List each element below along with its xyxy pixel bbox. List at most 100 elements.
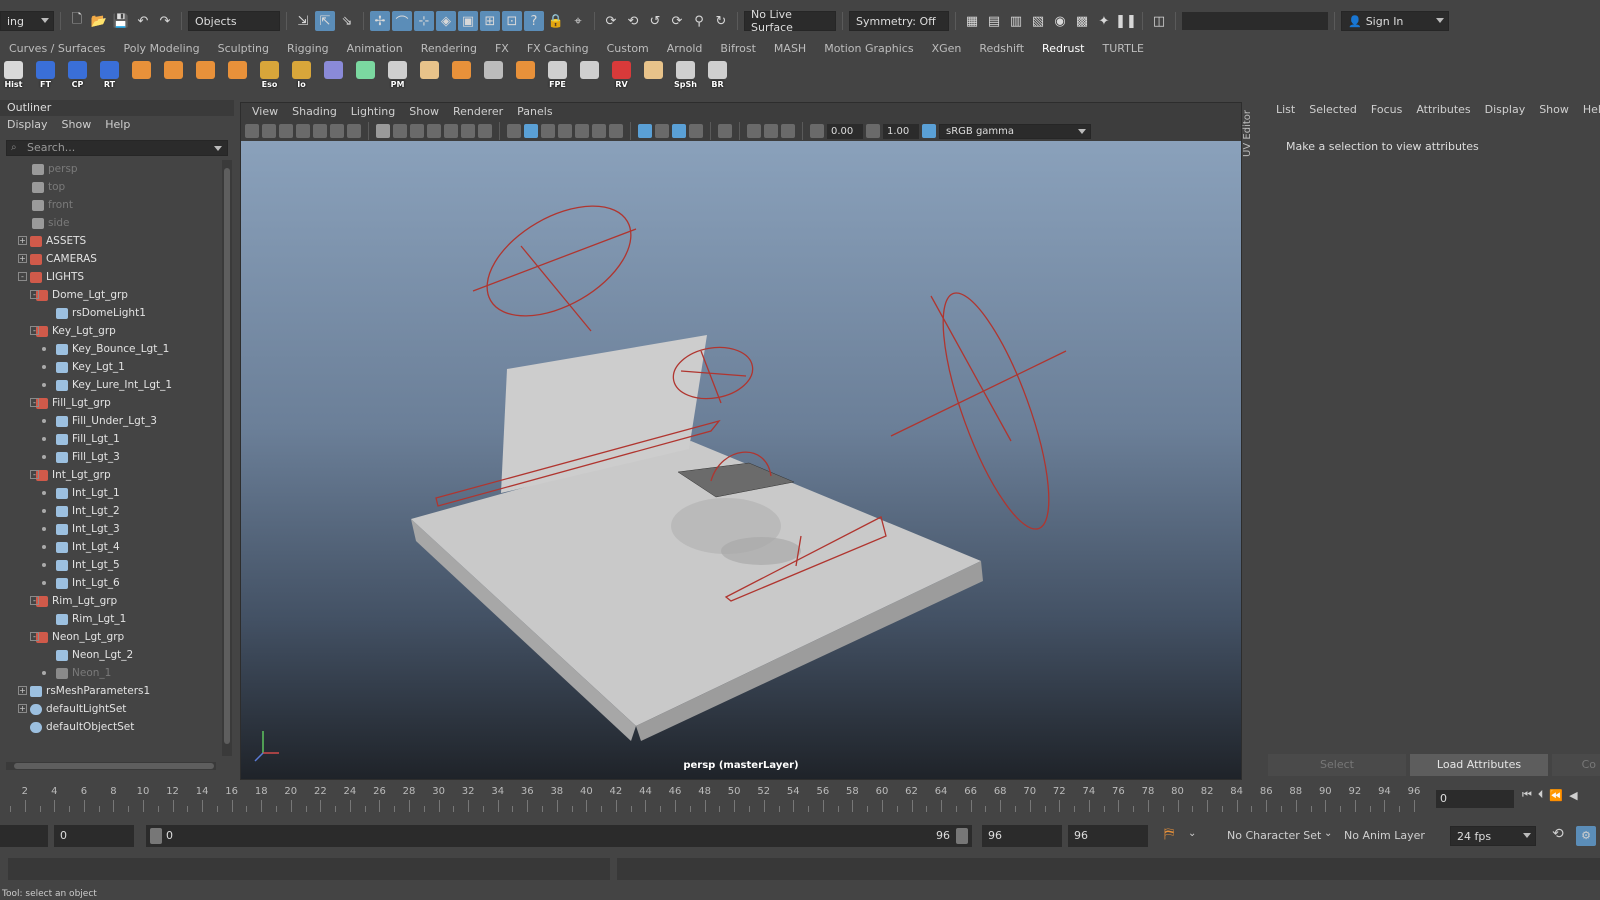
viewport-menu-renderer[interactable]: Renderer [446, 103, 510, 121]
outliner-item[interactable]: Rim_Lgt_1 [0, 610, 222, 628]
save-scene-icon[interactable]: 💾 [111, 11, 131, 31]
search-field[interactable] [1182, 12, 1328, 30]
attribute-menu-selected[interactable]: Selected [1302, 100, 1364, 120]
outliner-item[interactable]: Fill_Lgt_1 [0, 430, 222, 448]
snap-live-icon[interactable]: ⊞ [480, 11, 500, 31]
default-material-icon[interactable] [541, 124, 555, 138]
outliner-item[interactable]: Int_Lgt_6 [0, 574, 222, 592]
folder-icon[interactable]: Eso [256, 60, 283, 89]
snap-vertex-icon[interactable]: ⊡ [502, 11, 522, 31]
expand-icon[interactable]: + [18, 686, 27, 695]
gamma-field[interactable]: 1.00 [883, 123, 919, 139]
diamond-icon[interactable] [224, 60, 251, 89]
outliner-item[interactable]: + CAMERAS [0, 250, 222, 268]
image-plane-icon[interactable] [313, 124, 327, 138]
outliner-item[interactable]: persp [0, 160, 222, 178]
collapse-icon[interactable]: - [30, 470, 39, 479]
two-d-pan-icon[interactable] [330, 124, 344, 138]
outliner-item[interactable]: - Int_Lgt_grp [0, 466, 222, 484]
collapse-icon[interactable]: - [30, 398, 39, 407]
shelf-tab-animation[interactable]: Animation [338, 42, 412, 56]
viewport-menu-panels[interactable]: Panels [510, 103, 559, 121]
grid-icon[interactable] [376, 124, 390, 138]
snap-curve-icon[interactable]: ⌒ [392, 11, 412, 31]
command-input[interactable] [8, 858, 610, 880]
shelf-tab-rigging[interactable]: Rigging [278, 42, 338, 56]
step-back-key-icon[interactable]: ⏪ [1549, 789, 1563, 802]
character-set-dropdown[interactable]: No Character Set [1227, 824, 1321, 848]
select-button[interactable]: Select [1268, 754, 1406, 776]
menu-set-dropdown[interactable]: ing [0, 11, 54, 31]
screen-space-ao-icon[interactable] [638, 124, 652, 138]
undo-icon[interactable]: ↶ [133, 11, 153, 31]
attribute-menu-display[interactable]: Display [1478, 100, 1533, 120]
copy-tab-button[interactable]: Co [1552, 754, 1600, 776]
redo-icon[interactable]: ↷ [155, 11, 175, 31]
attribute-menu-help[interactable]: Help [1576, 100, 1600, 120]
shelf-tab-turtle[interactable]: TURTLE [1093, 42, 1152, 56]
expand-icon[interactable]: + [18, 236, 27, 245]
snap-point-icon[interactable]: ⊹ [414, 11, 434, 31]
clapper-icon[interactable] [576, 60, 603, 89]
light-editor-icon[interactable]: ✦ [1094, 11, 1114, 31]
center-pivot-icon[interactable]: CP [64, 60, 91, 89]
outliner-item[interactable]: Key_Bounce_Lgt_1 [0, 340, 222, 358]
render-view-icon[interactable]: ▦ [962, 11, 982, 31]
depth-of-field-icon[interactable] [689, 124, 703, 138]
attribute-menu-show[interactable]: Show [1532, 100, 1576, 120]
camera-lock-icon[interactable] [262, 124, 276, 138]
exposure-field[interactable]: 0.00 [827, 123, 863, 139]
auto-key-icon[interactable]: ⛿ [1164, 826, 1174, 842]
chevron-down-icon[interactable]: ⌄ [1324, 828, 1332, 839]
select-hierarchy-icon[interactable]: ⇲ [293, 11, 313, 31]
scene-end-field[interactable]: 96 [1068, 825, 1148, 847]
color-space-dropdown[interactable]: sRGB gamma [939, 123, 1091, 139]
stack-icon[interactable] [512, 60, 539, 89]
render-settings-window-icon[interactable]: ▧ [1028, 11, 1048, 31]
outliner-item[interactable]: + defaultLightSet [0, 700, 222, 718]
folder-open-icon[interactable]: Io [288, 60, 315, 89]
shelf-tab-sculpting[interactable]: Sculpting [209, 42, 278, 56]
magnet-icon[interactable]: ⌖ [568, 11, 588, 31]
xray-joints-icon[interactable] [764, 124, 778, 138]
shelf-tab-custom[interactable]: Custom [598, 42, 658, 56]
outliner-menu-show[interactable]: Show [62, 116, 92, 134]
pause-icon[interactable]: ❚❚ [1115, 11, 1137, 31]
outliner-item[interactable]: rsDomeLight1 [0, 304, 222, 322]
viewport-canvas[interactable]: persp (masterLayer) [241, 141, 1241, 779]
outliner-menu-help[interactable]: Help [105, 116, 130, 134]
shadows-icon[interactable] [609, 124, 623, 138]
field-chart-icon[interactable] [444, 124, 458, 138]
cylinder-icon[interactable] [192, 60, 219, 89]
outliner-horizontal-scrollbar[interactable] [6, 762, 216, 770]
sphere-icon[interactable] [128, 60, 155, 89]
loop-icon[interactable]: ⟲ [1552, 826, 1564, 842]
outliner-item[interactable]: Int_Lgt_1 [0, 484, 222, 502]
selection-mode-dropdown[interactable]: Objects [188, 11, 280, 31]
scene-start-field[interactable] [0, 825, 48, 847]
snap-surface-icon[interactable]: ▣ [458, 11, 478, 31]
grease-pencil-icon[interactable] [347, 124, 361, 138]
freeze-transform-icon[interactable]: FT [32, 60, 59, 89]
render-current-icon[interactable]: ▤ [984, 11, 1004, 31]
poly-model-icon[interactable]: PM [384, 60, 411, 89]
outliner-menu-display[interactable]: Display [7, 116, 48, 134]
scrollbar-thumb[interactable] [224, 168, 230, 744]
smooth-shade-icon[interactable] [524, 124, 538, 138]
snap-plane-icon[interactable]: ◈ [436, 11, 456, 31]
shelf-tab-arnold[interactable]: Arnold [658, 42, 712, 56]
outliner-item[interactable]: + ASSETS [0, 232, 222, 250]
range-start-handle[interactable] [150, 828, 162, 844]
panel-toggle-icon[interactable]: ◫ [1149, 11, 1169, 31]
playback-start-field[interactable]: 0 [54, 825, 134, 847]
current-frame-field[interactable]: 0 [1436, 790, 1514, 808]
layout-grid-icon[interactable] [480, 60, 507, 89]
camera-attributes-icon[interactable] [279, 124, 293, 138]
wireframe-on-shaded-icon[interactable] [558, 124, 572, 138]
batch-render-icon[interactable]: BR [704, 60, 731, 89]
outliner-item[interactable]: - Fill_Lgt_grp [0, 394, 222, 412]
outliner-item[interactable]: Neon_Lgt_2 [0, 646, 222, 664]
outliner-item[interactable]: Fill_Under_Lgt_3 [0, 412, 222, 430]
collapse-icon[interactable]: - [18, 272, 27, 281]
new-scene-icon[interactable]: 🗋 [67, 11, 87, 31]
